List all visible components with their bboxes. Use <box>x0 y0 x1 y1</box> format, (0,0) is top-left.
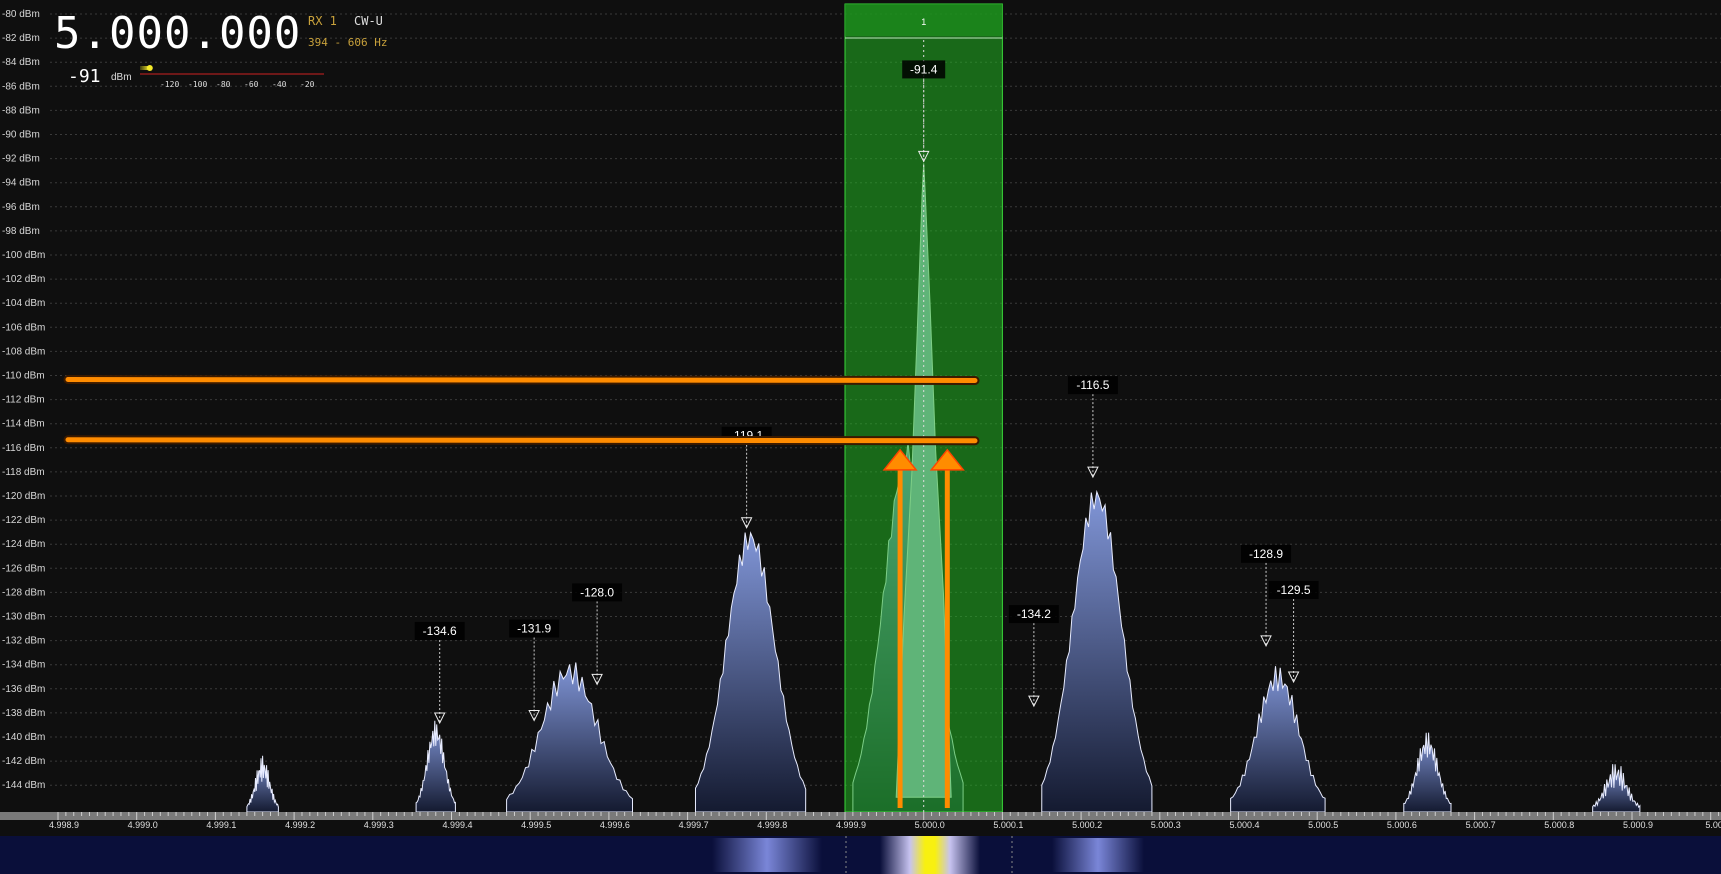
x-axis-label: 4.999.2 <box>285 820 315 830</box>
x-axis-label: 4.998.9 <box>49 820 79 830</box>
frequency-panel: 5.000.000 RX 1 CW-U 394 - 606 Hz -91 dBm… <box>44 6 404 98</box>
meter-tick: -120 <box>160 80 180 89</box>
x-axis-label: 5.000.4 <box>1229 820 1259 830</box>
meter-tick: -80 <box>216 80 231 89</box>
meter-tick: -40 <box>272 80 287 89</box>
meter-tick: -100 <box>188 80 208 89</box>
y-axis-label: -112 dBm <box>2 395 45 406</box>
y-axis-label: -84 dBm <box>2 57 40 68</box>
x-axis-label: 5.000.6 <box>1387 820 1417 830</box>
signal-value: -91 <box>68 66 101 87</box>
y-axis-label: -136 dBm <box>2 684 45 695</box>
y-axis-label: -116 dBm <box>2 443 45 454</box>
x-axis-label: 5.000.1 <box>993 820 1023 830</box>
marker-label[interactable]: -91.4 <box>910 62 938 76</box>
x-axis-label: 5.001 <box>1705 820 1721 830</box>
waterfall-signal <box>1052 838 1144 872</box>
waterfall-display[interactable] <box>0 836 1721 874</box>
rx-label[interactable]: RX 1 <box>308 14 337 28</box>
y-axis-label: -130 dBm <box>2 612 45 623</box>
y-axis-label: -128 dBm <box>2 587 45 598</box>
spectrum-display[interactable]: -80 dBm -82 dBm -84 dBm -86 dBm -88 dBm -90 d… <box>0 0 1721 836</box>
y-axis-label: -94 dBm <box>2 178 40 189</box>
y-axis-label: -96 dBm <box>2 202 40 213</box>
y-axis-label: -144 dBm <box>2 780 45 791</box>
waterfall-signal <box>880 836 980 874</box>
y-axis-label: -98 dBm <box>2 226 40 237</box>
y-axis-label: -122 dBm <box>2 515 45 526</box>
marker-label[interactable]: -134.6 <box>423 624 457 638</box>
s-meter: -120 -100 -80 -60 -40 -20 <box>140 62 340 92</box>
y-axis-label: -108 dBm <box>2 346 45 357</box>
y-axis-label: -88 dBm <box>2 105 40 116</box>
y-axis-label: -120 dBm <box>2 491 45 502</box>
y-axis-label: -100 dBm <box>2 250 45 261</box>
annotation-line <box>65 437 978 444</box>
y-axis-label: -124 dBm <box>2 539 45 550</box>
x-axis-label: 4.999.9 <box>836 820 866 830</box>
y-axis-label: -126 dBm <box>2 563 45 574</box>
annotation-line <box>65 377 978 383</box>
y-axis-label: -90 dBm <box>2 130 40 141</box>
sdr-app: -80 dBm -82 dBm -84 dBm -86 dBm -88 dBm -90 d… <box>0 0 1721 874</box>
frequency-display[interactable]: 5.000.000 <box>54 8 301 59</box>
meter-tick: -60 <box>244 80 259 89</box>
x-axis-label: 5.000.0 <box>915 820 945 830</box>
y-axis-label: -82 dBm <box>2 33 40 44</box>
y-axis-label: -110 dBm <box>2 371 45 382</box>
x-axis-label: 5.000.5 <box>1308 820 1338 830</box>
y-axis-label: -86 dBm <box>2 81 40 92</box>
x-axis-label: 4.999.7 <box>679 820 709 830</box>
signal-unit: dBm <box>111 72 132 83</box>
y-axis-label: -134 dBm <box>2 660 45 671</box>
x-axis-label: 4.999.0 <box>128 820 158 830</box>
marker-label[interactable]: -128.9 <box>1249 547 1283 561</box>
y-axis-label: -106 dBm <box>2 322 45 333</box>
y-axis-label: -118 dBm <box>2 467 45 478</box>
bandwidth-label: 394 - 606 Hz <box>308 36 388 49</box>
x-axis-label: 4.999.3 <box>364 820 394 830</box>
x-axis-label: 4.999.6 <box>600 820 630 830</box>
x-axis-label: 5.000.2 <box>1072 820 1102 830</box>
x-axis-label: 4.999.5 <box>521 820 551 830</box>
marker-label[interactable]: -116.5 <box>1076 378 1109 392</box>
y-axis-label: -102 dBm <box>2 274 45 285</box>
x-axis-label: 4.999.8 <box>757 820 787 830</box>
y-axis-label: -142 dBm <box>2 756 45 767</box>
x-axis-label: 4.999.1 <box>206 820 236 830</box>
marker-label[interactable]: -128.0 <box>580 585 614 599</box>
y-axis-label: -140 dBm <box>2 732 45 743</box>
waterfall-signal <box>712 838 822 872</box>
y-axis-label: -104 dBm <box>2 298 45 309</box>
y-axis-label: -138 dBm <box>2 708 45 719</box>
mode-label[interactable]: CW-U <box>354 14 383 28</box>
y-axis-label: -132 dBm <box>2 636 45 647</box>
marker-label[interactable]: -131.9 <box>517 622 551 636</box>
y-axis-label: -114 dBm <box>2 419 45 430</box>
x-axis-label: 5.000.3 <box>1151 820 1181 830</box>
marker-label[interactable]: -129.5 <box>1277 583 1311 597</box>
y-axis-label: -80 dBm <box>2 9 40 20</box>
marker-label[interactable]: -134.2 <box>1017 607 1051 621</box>
passband-label: 1 <box>921 17 926 27</box>
y-axis-label: -92 dBm <box>2 154 40 165</box>
x-axis-label: 4.999.4 <box>442 820 472 830</box>
s-meter-peak <box>146 65 153 71</box>
x-axis-label: 5.000.8 <box>1544 820 1574 830</box>
x-axis-label: 5.000.9 <box>1623 820 1653 830</box>
meter-tick: -20 <box>300 80 315 89</box>
x-axis-label: 5.000.7 <box>1466 820 1496 830</box>
